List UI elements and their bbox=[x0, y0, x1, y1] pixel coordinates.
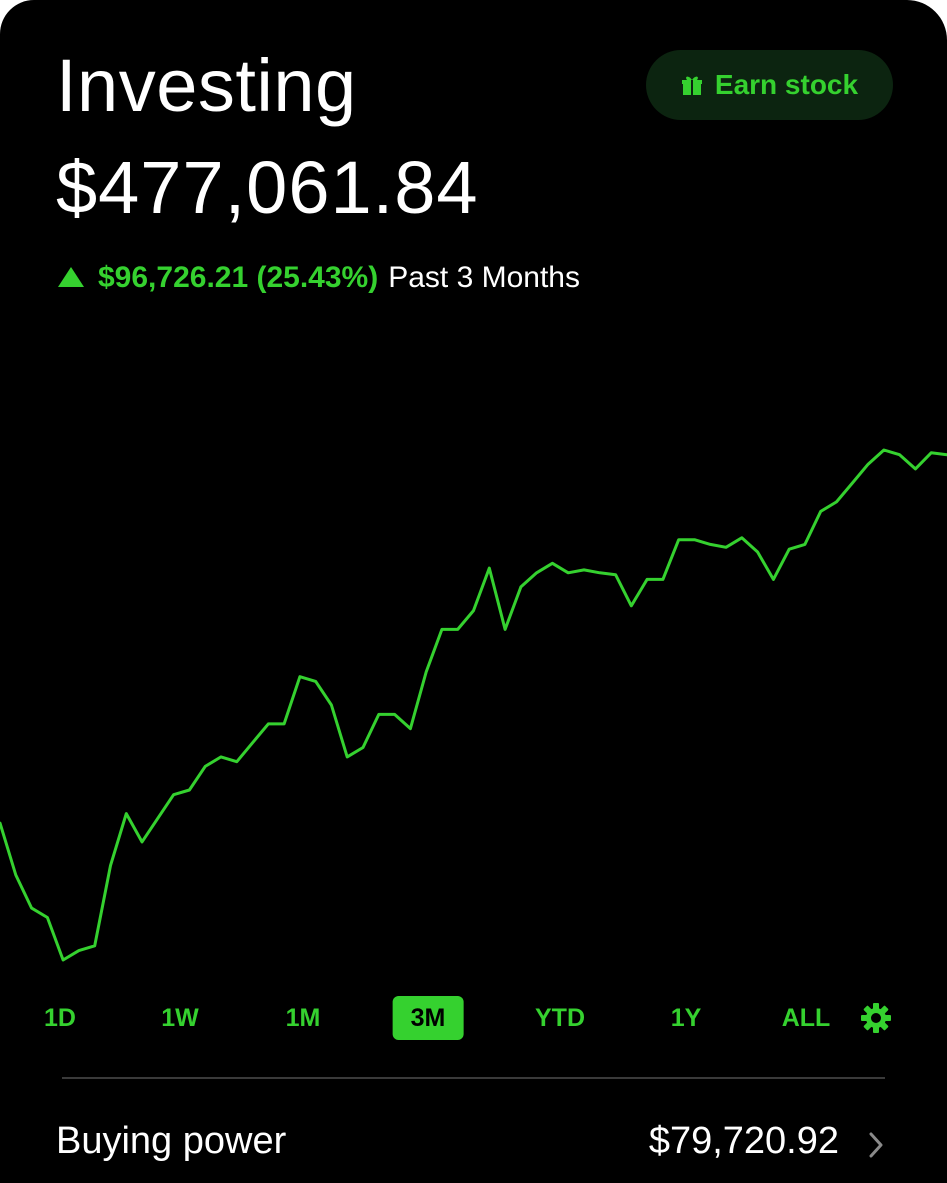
portfolio-chart[interactable] bbox=[0, 300, 947, 980]
change-amount: $96,726.21 (25.43%) bbox=[98, 261, 379, 294]
range-tab-1m[interactable]: 1M bbox=[286, 996, 321, 1040]
range-tab-1y[interactable]: 1Y bbox=[671, 996, 702, 1040]
gift-icon bbox=[681, 76, 702, 95]
change-period: Past 3 Months bbox=[388, 261, 580, 294]
range-tab-1w[interactable]: 1W bbox=[161, 996, 199, 1040]
range-tab-all[interactable]: ALL bbox=[782, 996, 831, 1040]
investing-screen: Investing Earn stock $477,061.84 $96,726… bbox=[0, 0, 947, 1183]
buying-power-label: Buying power bbox=[56, 1120, 287, 1162]
range-tab-3m[interactable]: 3M bbox=[392, 996, 464, 1040]
chevron-right-icon bbox=[869, 1132, 883, 1158]
gear-icon[interactable] bbox=[860, 1002, 892, 1034]
range-tab-ytd[interactable]: YTD bbox=[535, 996, 585, 1040]
range-tab-1d[interactable]: 1D bbox=[44, 996, 76, 1040]
triangle-up-icon bbox=[58, 266, 84, 287]
page-title: Investing bbox=[56, 44, 357, 127]
divider bbox=[62, 1077, 885, 1079]
earn-stock-button[interactable]: Earn stock bbox=[646, 50, 893, 120]
price-line bbox=[0, 448, 947, 962]
earn-stock-label: Earn stock bbox=[714, 69, 859, 100]
buying-power-value: $79,720.92 bbox=[648, 1120, 839, 1162]
time-range-selector: 1D 1W 1M 3M YTD 1Y ALL bbox=[0, 996, 947, 1044]
portfolio-value: $477,061.84 bbox=[56, 146, 479, 229]
buying-power-row[interactable]: Buying power $79,720.92 bbox=[0, 1110, 947, 1180]
change-summary: $96,726.21 (25.43%) Past 3 Months bbox=[58, 258, 580, 298]
